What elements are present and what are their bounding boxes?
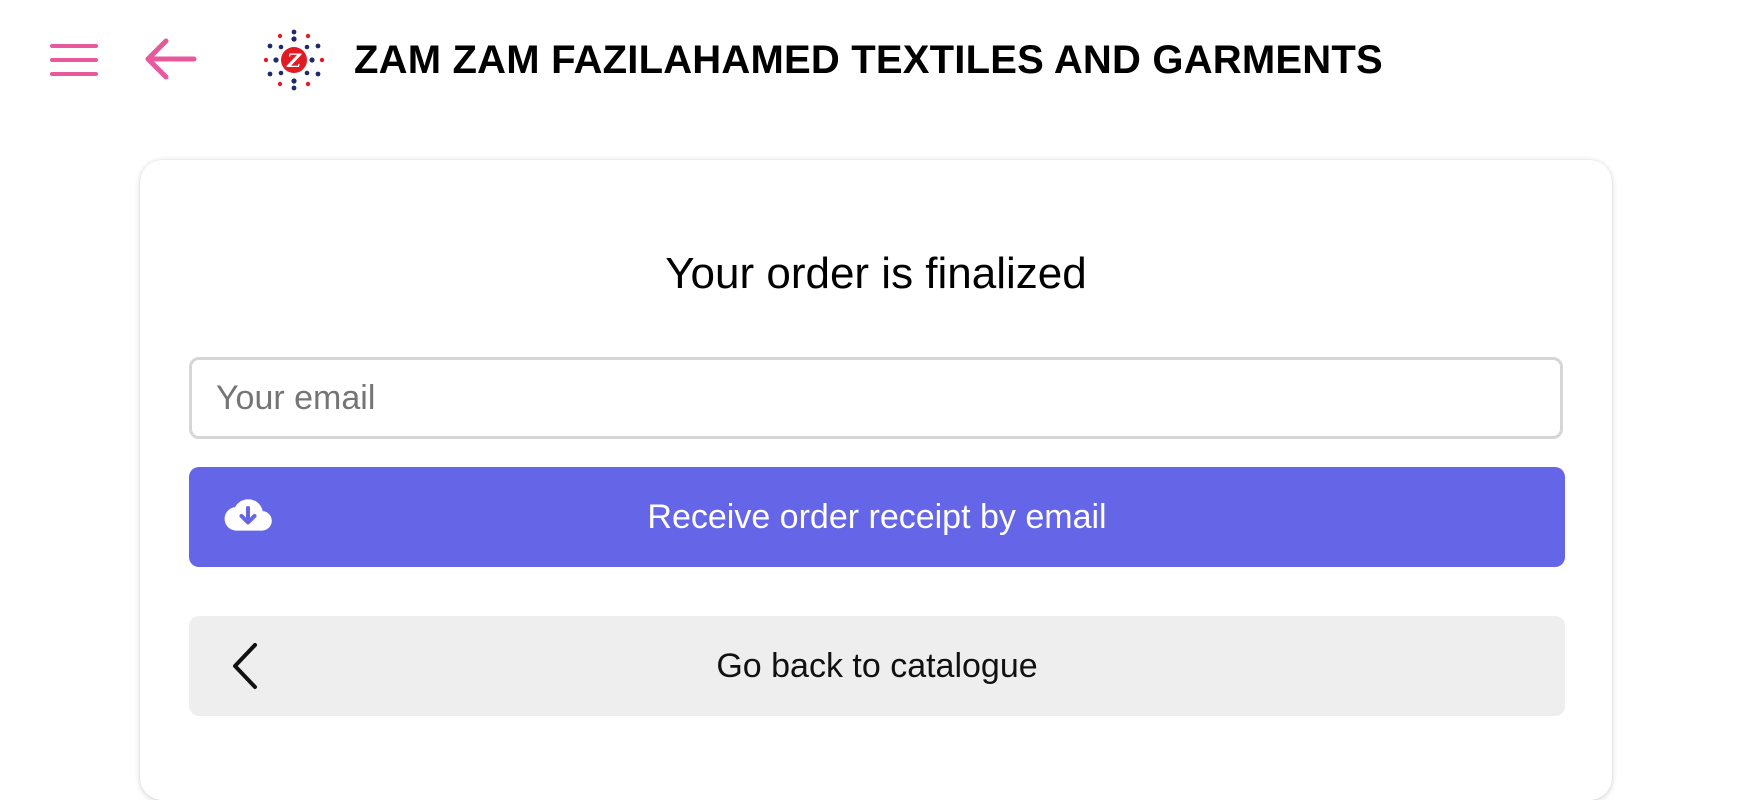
- store-name: ZAM ZAM FAZILAHAMED TEXTILES AND GARMENT…: [354, 38, 1383, 82]
- store-logo: Z: [262, 28, 326, 92]
- logo-letter: Z: [286, 50, 302, 72]
- order-status-title: Your order is finalized: [665, 249, 1087, 298]
- receive-receipt-button[interactable]: Receive order receipt by email: [189, 467, 1565, 567]
- back-to-catalogue-button[interactable]: Go back to catalogue: [189, 616, 1565, 716]
- order-confirmation-card: Your order is finalized Receive order re…: [140, 160, 1612, 800]
- back-button[interactable]: [142, 36, 198, 82]
- app-header: Z ZAM ZAM FAZILAHAMED TEXTILES AND GARME…: [0, 0, 1737, 120]
- menu-button[interactable]: [48, 38, 100, 82]
- email-input[interactable]: [189, 357, 1563, 439]
- back-to-catalogue-label: Go back to catalogue: [716, 647, 1038, 685]
- receive-receipt-label: Receive order receipt by email: [647, 498, 1107, 536]
- hamburger-menu-icon: [50, 44, 98, 76]
- arrow-left-icon: [145, 38, 197, 80]
